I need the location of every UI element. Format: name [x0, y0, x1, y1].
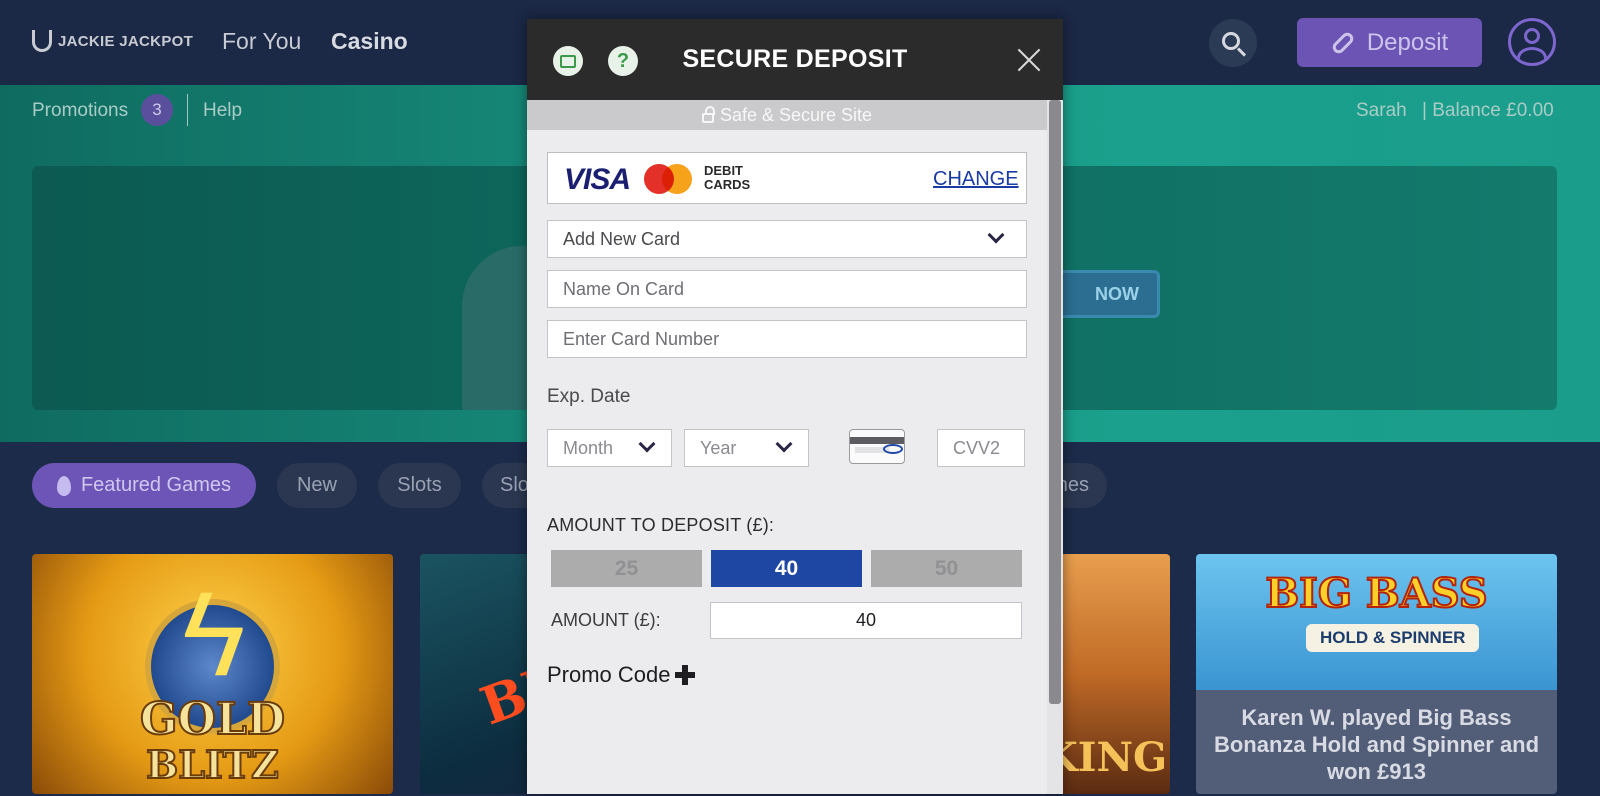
modal-title: SECURE DEPOSIT — [682, 45, 908, 73]
name-on-card-input[interactable]: Name On Card — [547, 270, 1027, 308]
game-tile-big-bass[interactable]: BIG BASS HOLD & SPINNER Karen W. played … — [1196, 554, 1557, 794]
promotions-count-badge: 3 — [141, 94, 173, 126]
deposit-icon — [1330, 29, 1356, 56]
expiry-year-select[interactable]: Year — [684, 429, 809, 467]
deposit-label: Deposit — [1366, 28, 1449, 56]
scroll-thumb[interactable] — [1049, 100, 1061, 704]
secure-site-banner: Safe & Secure Site — [527, 100, 1047, 130]
game-title-line1: GOLD — [139, 693, 286, 746]
modal-header: ? SECURE DEPOSIT — [527, 19, 1063, 100]
cvv-hint-card-icon — [849, 429, 905, 464]
chevron-down-icon — [638, 435, 656, 453]
promotions-link[interactable]: Promotions — [32, 100, 128, 122]
amount-input[interactable]: 40 — [710, 602, 1022, 639]
change-payment-link[interactable]: CHANGE — [933, 168, 1019, 191]
chevron-down-icon — [987, 226, 1005, 244]
promo-code-label: Promo Code — [547, 662, 671, 687]
category-label: Featured Games — [80, 474, 232, 496]
logo-text: JACKIE JACKPOT — [58, 32, 194, 50]
site-logo[interactable]: JACKIE JACKPOT — [32, 30, 193, 52]
search-button[interactable] — [1209, 19, 1257, 67]
search-icon — [1222, 32, 1240, 50]
payment-method-box: VISA DEBIT CARDS CHANGE — [547, 152, 1027, 204]
balance-display: | Balance £0.00 — [1422, 100, 1554, 121]
visa-logo: VISA — [564, 163, 631, 196]
amount-option-40[interactable]: 40 — [711, 550, 862, 587]
cvv-input[interactable]: CVV2 — [937, 429, 1025, 467]
secure-deposit-modal: ? SECURE DEPOSIT Safe & Secure Site VISA… — [527, 19, 1063, 794]
category-slots[interactable]: Slots — [378, 463, 461, 508]
nav-for-you[interactable]: For You — [222, 28, 301, 55]
card-select-dropdown[interactable]: Add New Card — [547, 220, 1027, 258]
year-label: Year — [700, 438, 737, 458]
subnav-divider — [187, 94, 188, 126]
modal-scrollbar[interactable] — [1047, 100, 1063, 794]
nav-casino[interactable]: Casino — [331, 28, 408, 55]
game-subtitle: HOLD & SPINNER — [1306, 624, 1480, 652]
month-label: Month — [563, 438, 614, 458]
user-name: Sarah — [1356, 100, 1407, 121]
profile-icon-body — [1517, 47, 1547, 63]
game-tile-gold-blitz[interactable]: ϟ GOLD BLITZ — [32, 554, 393, 794]
deposit-button[interactable]: Deposit — [1297, 18, 1482, 67]
game-title-line2: BLITZ — [145, 741, 280, 788]
card-number-input[interactable]: Enter Card Number — [547, 320, 1027, 358]
amount-field-label: AMOUNT (£): — [551, 610, 661, 630]
plus-icon — [674, 665, 695, 685]
profile-icon — [1524, 28, 1540, 44]
logo-mark-icon — [32, 30, 52, 52]
category-featured-games[interactable]: Featured Games — [32, 463, 256, 508]
debit-cards-logo: DEBIT CARDS — [704, 164, 750, 192]
promo-code-toggle[interactable]: Promo Code — [547, 662, 695, 688]
amount-to-deposit-label: AMOUNT TO DEPOSIT (£): — [547, 515, 775, 535]
card-select-value: Add New Card — [563, 229, 681, 249]
debit-line2: CARDS — [704, 177, 751, 192]
lock-icon — [701, 106, 715, 123]
mastercard-logo-icon — [644, 164, 692, 194]
expiry-date-label: Exp. Date — [547, 386, 631, 407]
secure-site-text: Safe & Secure Site — [719, 104, 873, 125]
winner-caption: Karen W. played Big Bass Bonanza Hold an… — [1213, 705, 1540, 784]
category-new[interactable]: New — [277, 463, 357, 508]
close-icon[interactable] — [1017, 48, 1041, 72]
help-link[interactable]: Help — [203, 100, 242, 122]
debit-line1: DEBIT — [704, 163, 743, 178]
expiry-month-select[interactable]: Month — [547, 429, 672, 467]
chevron-down-icon — [775, 435, 793, 453]
amount-option-25[interactable]: 25 — [551, 550, 702, 587]
game-title: BIG BASS — [1264, 569, 1488, 618]
profile-button[interactable] — [1508, 18, 1556, 66]
lightning-bolt-icon: ϟ — [182, 567, 246, 701]
flame-icon — [56, 475, 71, 496]
amount-option-50[interactable]: 50 — [871, 550, 1022, 587]
